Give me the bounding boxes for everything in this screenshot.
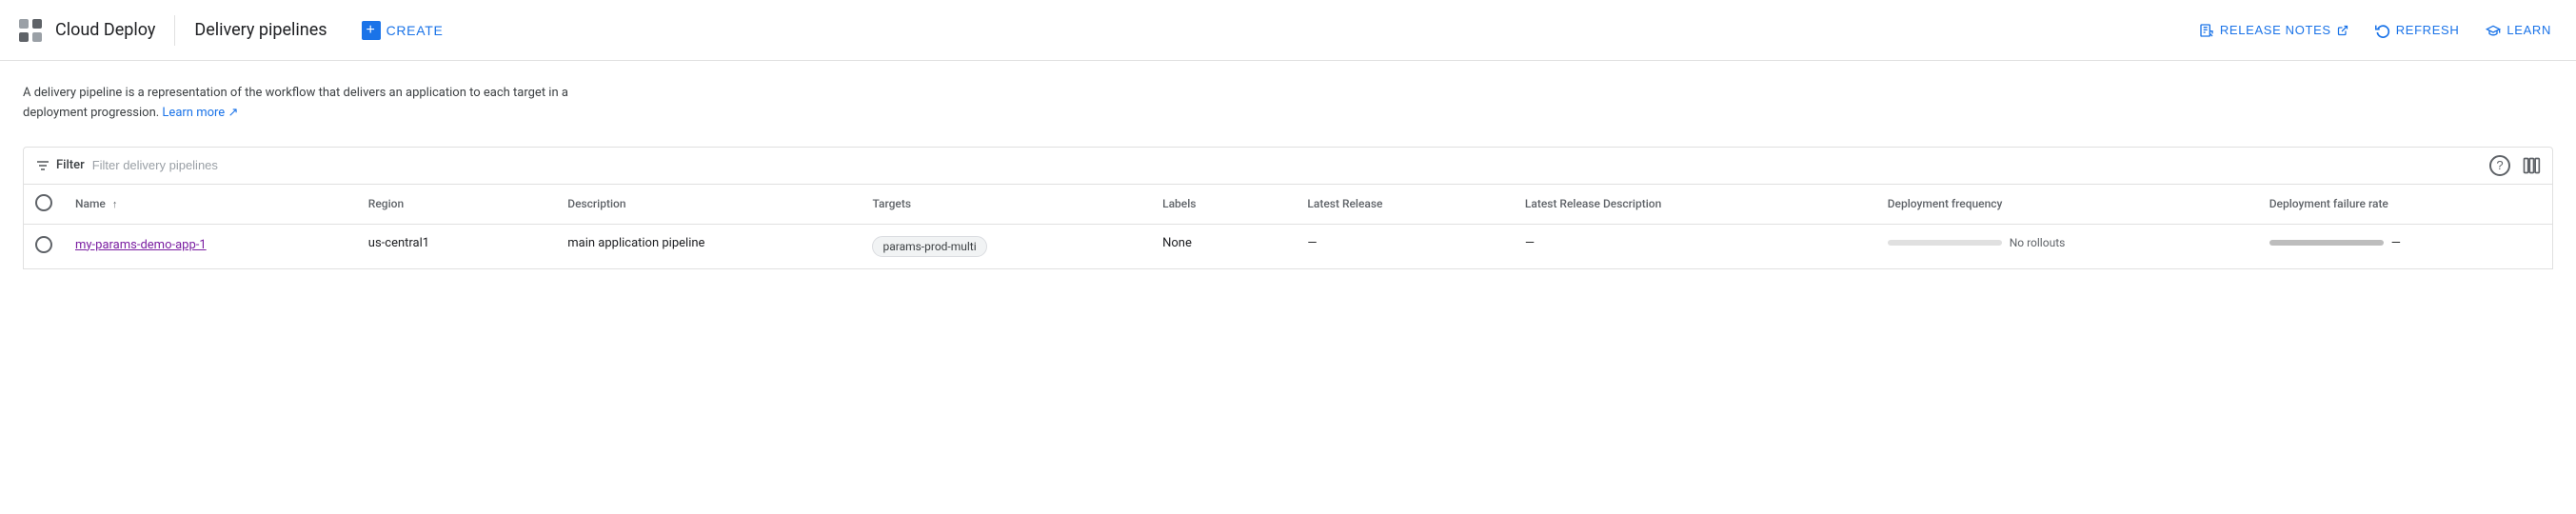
table-row: my-params-demo-app-1 us-central1 main ap… [24,224,2553,268]
row-latest-release-desc-value: — [1525,236,1535,250]
app-name: Cloud Deploy [55,20,155,40]
refresh-button[interactable]: REFRESH [2366,15,2469,46]
table-header: Name ↑ Region Description Targets Labels… [24,185,2553,225]
release-notes-button[interactable]: RELEASE NOTES [2190,15,2358,46]
filter-right-controls: ? [2489,155,2541,176]
description-body: A delivery pipeline is a representation … [23,86,568,120]
app-logo-area: Cloud Deploy [15,15,175,46]
row-checkbox-cell [24,224,65,268]
row-targets-cell: params-prod-multi [861,224,1151,268]
columns-icon-button[interactable] [2522,156,2541,175]
row-checkbox[interactable] [35,236,52,253]
filter-icon-area: Filter [35,158,85,173]
header-actions: RELEASE NOTES REFRESH LEARN [2190,15,2561,46]
external-link-icon [2337,25,2348,36]
col-header-labels: Labels [1151,185,1296,225]
filter-bar: Filter ? [23,147,2553,185]
row-name-cell: my-params-demo-app-1 [64,224,357,268]
col-labels-label: Labels [1162,197,1196,210]
col-region-label: Region [368,197,404,210]
help-icon-button[interactable]: ? [2489,155,2510,176]
row-labels-value: None [1162,236,1192,250]
table-body: my-params-demo-app-1 us-central1 main ap… [24,224,2553,268]
col-name-label: Name [75,197,106,210]
col-targets-label: Targets [872,197,911,210]
filter-icon [35,158,50,173]
cloud-deploy-logo-icon [15,15,46,46]
page-title: Delivery pipelines [194,20,327,40]
col-header-deploy-freq: Deployment frequency [1876,185,2258,225]
learn-label: LEARN [2507,23,2551,37]
row-labels-cell: None [1151,224,1296,268]
filter-label: Filter [56,158,85,172]
row-deploy-freq-cell: No rollouts [1876,224,2258,268]
app-header: Cloud Deploy Delivery pipelines + CREATE… [0,0,2576,61]
col-latest-release-desc-label: Latest Release Description [1525,197,1661,210]
deploy-freq-container: No rollouts [1888,236,2247,249]
refresh-icon [2375,23,2390,38]
deploy-freq-bar [1888,240,2002,246]
filter-input[interactable] [92,158,2482,172]
refresh-label: REFRESH [2396,23,2460,37]
row-region-value: us-central1 [368,236,429,250]
row-description-value: main application pipeline [567,236,704,250]
col-deploy-freq-label: Deployment frequency [1888,197,2003,210]
col-header-region: Region [357,185,556,225]
deploy-freq-text: No rollouts [2010,236,2066,249]
pipeline-link[interactable]: my-params-demo-app-1 [75,236,346,255]
row-deploy-fail-cell: — [2258,224,2553,268]
row-latest-release-desc-cell: — [1514,224,1876,268]
row-latest-release-cell: — [1296,224,1513,268]
learn-more-label: Learn more [162,106,225,120]
release-notes-label: RELEASE NOTES [2220,23,2331,37]
row-latest-release-value: — [1307,236,1317,250]
col-header-targets: Targets [861,185,1151,225]
learn-icon [2486,23,2501,38]
col-latest-release-label: Latest Release [1307,197,1382,210]
help-circle-icon: ? [2489,155,2510,176]
col-deploy-fail-label: Deployment failure rate [2269,197,2388,210]
col-header-checkbox [24,185,65,225]
col-description-label: Description [567,197,625,210]
description-text: A delivery pipeline is a representation … [23,84,594,124]
header-checkbox[interactable] [35,194,52,211]
col-header-latest-release-desc: Latest Release Description [1514,185,1876,225]
row-description-cell: main application pipeline [556,224,861,268]
row-region-cell: us-central1 [357,224,556,268]
plus-icon: + [362,21,381,40]
target-chip[interactable]: params-prod-multi [872,236,986,257]
release-notes-icon [2199,23,2214,38]
deploy-fail-text: — [2391,236,2401,250]
deploy-fail-container: — [2269,236,2541,250]
col-header-description: Description [556,185,861,225]
col-header-latest-release: Latest Release [1296,185,1513,225]
external-link-small-icon: ↗ [228,106,238,120]
col-header-deploy-fail: Deployment failure rate [2258,185,2553,225]
pipelines-table: Name ↑ Region Description Targets Labels… [23,185,2553,269]
learn-button[interactable]: LEARN [2476,15,2561,46]
learn-more-link[interactable]: Learn more ↗ [162,106,238,120]
deploy-fail-bar [2269,240,2384,246]
columns-icon [2522,156,2541,175]
col-header-name[interactable]: Name ↑ [64,185,357,225]
sort-arrow-icon: ↑ [112,198,118,210]
create-button[interactable]: + CREATE [350,13,455,48]
create-label: CREATE [386,23,444,38]
main-content: A delivery pipeline is a representation … [0,61,2576,269]
